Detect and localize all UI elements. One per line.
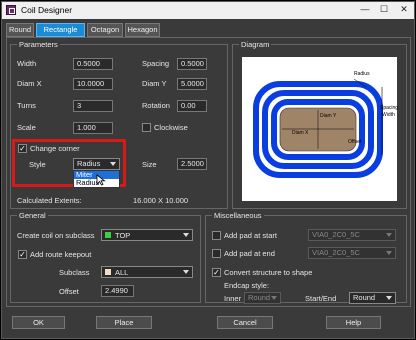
style-label: Style — [29, 160, 46, 169]
diagram-diamx-label: Diam X — [292, 130, 309, 136]
rotation-label: Rotation — [142, 101, 170, 110]
scale-label: Scale — [17, 123, 36, 132]
convert-shape-checkbox[interactable]: ✓ — [212, 268, 221, 277]
ok-button[interactable]: OK — [12, 316, 65, 329]
diamy-label: Diam Y — [142, 79, 167, 88]
chevron-down-icon — [386, 233, 392, 237]
diagram-radius-label: Radius — [354, 71, 370, 77]
scale-field[interactable]: 1.000 — [73, 122, 113, 134]
tab-hexagon[interactable]: Hexagon — [125, 23, 160, 37]
start-end-endcap-select[interactable]: Round — [349, 292, 396, 304]
width-label: Width — [17, 59, 37, 68]
tab-octagon[interactable]: Octagon — [87, 23, 123, 37]
chevron-down-icon — [386, 296, 392, 300]
subclass-label: Subclass — [59, 268, 90, 277]
endcap-style-label: Endcap style: — [224, 281, 270, 290]
miscellaneous-group: Miscellaneous Add pad at start VIA0_2C0_… — [205, 211, 407, 304]
inner-endcap-select[interactable]: Round — [244, 292, 281, 304]
app-icon — [6, 5, 16, 15]
diagram-legend: Diagram — [239, 40, 272, 49]
turns-field[interactable]: 3 — [73, 100, 113, 112]
window-title: Coil Designer — [21, 5, 73, 15]
pad-start-value: VIA0_2C0_5C — [312, 230, 360, 239]
diagram-spacing-label: Spacing — [380, 105, 399, 111]
route-keepout-label: Add route keepout — [30, 250, 92, 259]
diagram-offset-label: Offset — [348, 139, 362, 145]
chevron-down-icon — [271, 296, 277, 300]
parameters-legend: Parameters — [17, 40, 60, 49]
help-button[interactable]: Help — [326, 316, 381, 329]
diagram-width-label: Width — [382, 112, 395, 118]
chevron-down-icon — [386, 251, 392, 255]
diagram-group: Diagram Radius Spacing Width Diam Y Diam… — [232, 40, 407, 209]
inner-endcap-value: Round — [248, 293, 271, 302]
clockwise-checkbox[interactable] — [142, 123, 151, 132]
width-field[interactable]: 0.5000 — [73, 58, 113, 70]
chevron-down-icon — [183, 270, 189, 274]
pad-start-checkbox[interactable] — [212, 231, 221, 240]
spacing-label: Spacing — [142, 59, 170, 68]
parameters-group: Parameters Width 0.5000 Spacing 0.5000 D… — [10, 40, 228, 209]
pad-end-select[interactable]: VIA0_2C0_5C — [308, 247, 396, 259]
close-button[interactable]: ✕ — [396, 4, 412, 16]
pad-start-select[interactable]: VIA0_2C0_5C — [308, 229, 396, 241]
cancel-button[interactable]: Cancel — [217, 316, 273, 329]
diamx-label: Diam X — [17, 79, 42, 88]
pad-end-checkbox[interactable] — [212, 249, 221, 258]
all-color-swatch — [105, 269, 111, 275]
create-on-subclass-value: TOP — [115, 231, 131, 240]
general-legend: General — [17, 211, 48, 220]
style-select[interactable]: Radius — [73, 158, 120, 170]
top-color-swatch — [105, 232, 111, 238]
style-select-value: Radius — [77, 159, 101, 168]
tab-round[interactable]: Round — [6, 23, 34, 37]
extents-label: Calculated Extents: — [17, 196, 82, 205]
offset-label: Offset — [59, 287, 79, 296]
change-corner-checkbox[interactable]: ✓ — [18, 144, 27, 153]
place-button[interactable]: Place — [96, 316, 152, 329]
rectangle-panel: Parameters Width 0.5000 Spacing 0.5000 D… — [6, 37, 411, 307]
maximize-button[interactable]: ☐ — [376, 4, 392, 16]
offset-field[interactable]: 2.4990 — [101, 285, 134, 297]
minimize-button[interactable]: — — [357, 4, 373, 16]
general-group: General Create coil on subclass TOP ✓ Ad… — [10, 211, 201, 303]
miscellaneous-legend: Miscellaneous — [212, 211, 264, 220]
spacing-field[interactable]: 0.5000 — [177, 58, 207, 70]
pad-end-label: Add pad at end — [224, 249, 275, 258]
turns-label: Turns — [17, 101, 36, 110]
rotation-field[interactable]: 0.00 — [177, 100, 207, 112]
clockwise-label: Clockwise — [154, 123, 188, 132]
pad-start-label: Add pad at start — [224, 231, 277, 240]
subclass-select[interactable]: ALL — [101, 266, 193, 278]
create-on-subclass-label: Create coil on subclass — [17, 231, 95, 240]
extents-value: 16.000 X 10.000 — [133, 196, 189, 205]
title-bar: Coil Designer — ☐ ✕ — [2, 2, 414, 19]
start-end-endcap-value: Round — [353, 293, 376, 302]
inner-label: Inner — [224, 294, 242, 303]
coil-designer-window: Coil Designer — ☐ ✕ Round Rectangle Octa… — [1, 1, 415, 339]
diamy-field[interactable]: 5.0000 — [177, 78, 207, 90]
chevron-down-icon — [110, 162, 116, 166]
diamx-field[interactable]: 10.0000 — [73, 78, 113, 90]
pad-end-value: VIA0_2C0_5C — [312, 248, 360, 257]
coil-diagram: Radius Spacing Width Diam Y Diam X Offse… — [242, 57, 399, 201]
diagram-diamy-label: Diam Y — [320, 113, 337, 119]
start-end-label: Start/End — [305, 294, 337, 303]
create-on-subclass-select[interactable]: TOP — [101, 229, 193, 241]
size-field[interactable]: 2.5000 — [177, 158, 207, 170]
chevron-down-icon — [183, 233, 189, 237]
tab-rectangle[interactable]: Rectangle — [36, 23, 85, 37]
route-keepout-checkbox[interactable]: ✓ — [18, 250, 27, 259]
subclass-value: ALL — [115, 268, 129, 277]
change-corner-label: Change corner — [30, 144, 80, 153]
convert-shape-label: Convert structure to shape — [224, 268, 313, 277]
mouse-cursor-icon — [96, 174, 106, 186]
size-label: Size — [142, 160, 157, 169]
coil-diagram-graphic — [253, 78, 383, 178]
